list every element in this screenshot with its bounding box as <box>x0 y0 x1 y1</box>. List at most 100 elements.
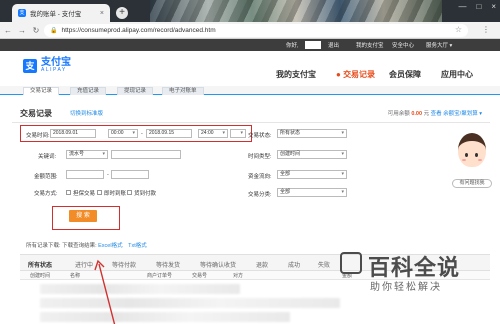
amount-min-input[interactable] <box>66 170 104 179</box>
status-tab-success[interactable]: 成功 <box>288 260 300 269</box>
status-tab-refund[interactable]: 退款 <box>256 260 268 269</box>
status-tab-waiting-confirm[interactable]: 等待确认收货 <box>200 260 236 269</box>
keyword-label: 关键词: <box>38 154 57 160</box>
keyword-input[interactable] <box>111 150 181 159</box>
trade-method-label: 交易方式: <box>34 191 58 197</box>
keyword-type-select[interactable]: 流水号 <box>66 150 108 159</box>
status-tab-waiting-shipment[interactable]: 等待发货 <box>156 260 180 269</box>
watermark-subtitle: 助你轻松解决 <box>370 282 442 293</box>
table-row[interactable] <box>40 312 290 322</box>
start-date-input[interactable]: 2018.09.01 <box>50 129 96 138</box>
browser-tab-strip: 支 我的账单 - 支付宝 × + — □ × <box>0 0 500 22</box>
status-tab-all[interactable]: 所有状态 <box>28 260 52 269</box>
forward-arrow-icon[interactable]: → <box>18 26 26 35</box>
red-arrow-annotation-icon <box>94 259 116 324</box>
table-row[interactable] <box>40 284 240 294</box>
reload-icon[interactable]: ↻ <box>32 26 40 35</box>
title-divider <box>12 122 490 123</box>
lock-icon: 🔒 <box>50 28 58 34</box>
status-tab-failed[interactable]: 失败 <box>318 260 330 269</box>
col-name: 名称 <box>70 273 81 279</box>
download-excel-link[interactable]: Excel格式 <box>98 243 122 249</box>
bookmark-star-icon[interactable]: ☆ <box>455 25 462 34</box>
time-preset-select[interactable] <box>230 129 246 138</box>
end-date-input[interactable]: 2018.09.15 <box>146 129 192 138</box>
url-text: https://consumeprod.alipay.com/record/ad… <box>61 27 216 34</box>
guarantee-checkbox[interactable] <box>66 190 71 195</box>
alipay-topbar: 你好, 退出 我的支付宝 安全中心 服务大厅 ▾ <box>0 39 500 51</box>
col-merchant-order: 商户订单号 <box>147 273 173 279</box>
search-button[interactable]: 搜 索 <box>69 210 97 222</box>
assistant-avatar <box>458 133 486 167</box>
download-query-text: 下载查询结果: <box>62 243 97 249</box>
amount-range-label: 金额范围: <box>34 174 58 180</box>
trade-category-label: 交易分类: <box>248 192 272 198</box>
balance-amount: 0.00 <box>411 111 423 117</box>
security-center-link[interactable]: 安全中心 <box>392 41 414 49</box>
nav-app-center[interactable]: 应用中心 <box>441 69 473 80</box>
balance-extra-link[interactable]: 余额宝/聚划算 ▾ <box>443 111 482 117</box>
browser-menu-icon[interactable]: ⋮ <box>482 25 490 34</box>
browser-tab[interactable]: 支 我的账单 - 支付宝 × <box>12 4 110 22</box>
fund-flow-select[interactable]: 全部 <box>277 170 347 179</box>
balance-info: 可用余额 0.00 元 查看 余额宝/聚划算 ▾ <box>387 111 482 117</box>
alipay-favicon-icon: 支 <box>18 9 26 17</box>
amount-max-input[interactable] <box>111 170 149 179</box>
time-type-label: 时间类型: <box>248 154 272 160</box>
tab-e-statement[interactable]: 电子对账单 <box>162 87 204 95</box>
alipay-logo[interactable]: 支 支付宝 ALIPAY <box>23 58 71 73</box>
trade-status-label: 交易状态: <box>248 133 272 139</box>
record-subtabs: 交易记录 充值记录 提现记录 电子对账单 <box>0 86 500 95</box>
maximize-icon[interactable]: □ <box>476 2 481 11</box>
cod-checkbox[interactable] <box>127 190 132 195</box>
minimize-icon[interactable]: — <box>458 2 466 11</box>
page-title: 交易记录 <box>20 109 52 118</box>
switch-standard-link[interactable]: 切换到标准版 <box>70 109 103 117</box>
instant-checkbox[interactable] <box>97 190 102 195</box>
table-row[interactable] <box>40 298 340 308</box>
trade-category-select[interactable]: 全部 <box>277 188 347 197</box>
instant-label: 即时到账 <box>104 191 127 197</box>
trade-status-select[interactable]: 所有状态 <box>277 129 347 138</box>
fund-flow-label: 资金流向: <box>248 174 272 180</box>
browser-tab-title: 我的账单 - 支付宝 <box>30 11 82 18</box>
nav-member-protection[interactable]: 会员保障 <box>389 69 421 80</box>
watermark: 百科全说 助你轻松解决 <box>340 250 475 296</box>
tab-withdraw-records[interactable]: 提现记录 <box>117 87 154 95</box>
window-controls: — □ × <box>458 2 496 11</box>
alipay-logo-icon: 支 <box>23 58 37 73</box>
download-all-text: 所有记录下载: <box>26 243 61 249</box>
amount-dash: - <box>107 172 109 178</box>
time-type-select[interactable]: 创建时间 <box>277 150 347 159</box>
date-range-dash: - <box>141 131 143 137</box>
browser-theme-art-overlay <box>150 0 442 22</box>
assistant-bubble[interactable]: 有问题找我 <box>452 179 492 188</box>
guarantee-label: 担保交易 <box>73 191 96 197</box>
close-tab-icon[interactable]: × <box>100 10 104 17</box>
cod-label: 货到付款 <box>134 191 157 197</box>
col-created-time: 创建时间 <box>30 273 51 279</box>
balance-view-link[interactable]: 查看 <box>431 111 442 117</box>
url-field[interactable]: 🔒 https://consumeprod.alipay.com/record/… <box>44 24 468 37</box>
tab-recharge-records[interactable]: 充值记录 <box>70 87 107 95</box>
download-row: 所有记录下载: 下载查询结果: Excel格式 Txt格式 <box>26 241 147 249</box>
back-arrow-icon[interactable]: ← <box>4 26 12 35</box>
username-redacted <box>305 41 321 49</box>
close-window-icon[interactable]: × <box>491 2 496 11</box>
end-time-select[interactable]: 24:00 <box>198 129 228 138</box>
nav-my-alipay[interactable]: 我的支付宝 <box>276 69 316 80</box>
download-txt-link[interactable]: Txt格式 <box>128 243 147 249</box>
tab-trade-records[interactable]: 交易记录 <box>23 87 60 95</box>
logo-en-text: ALIPAY <box>41 67 67 73</box>
my-alipay-link[interactable]: 我的支付宝 <box>356 41 384 49</box>
col-trade-no: 交易号 <box>192 273 208 279</box>
nav-trade-records[interactable]: ● 交易记录 <box>336 69 375 80</box>
logout-link[interactable]: 退出 <box>328 41 339 49</box>
service-hall-menu[interactable]: 服务大厅 ▾ <box>426 41 452 49</box>
start-time-select[interactable]: 00:00 <box>108 129 138 138</box>
status-tab-in-progress[interactable]: 进行中 <box>75 260 93 269</box>
watermark-logo-icon <box>340 252 362 274</box>
address-bar: ← → ↻ 🔒 https://consumeprod.alipay.com/r… <box>0 22 500 39</box>
help-assistant[interactable]: 有问题找我 <box>452 133 492 193</box>
new-tab-button[interactable]: + <box>116 7 128 19</box>
